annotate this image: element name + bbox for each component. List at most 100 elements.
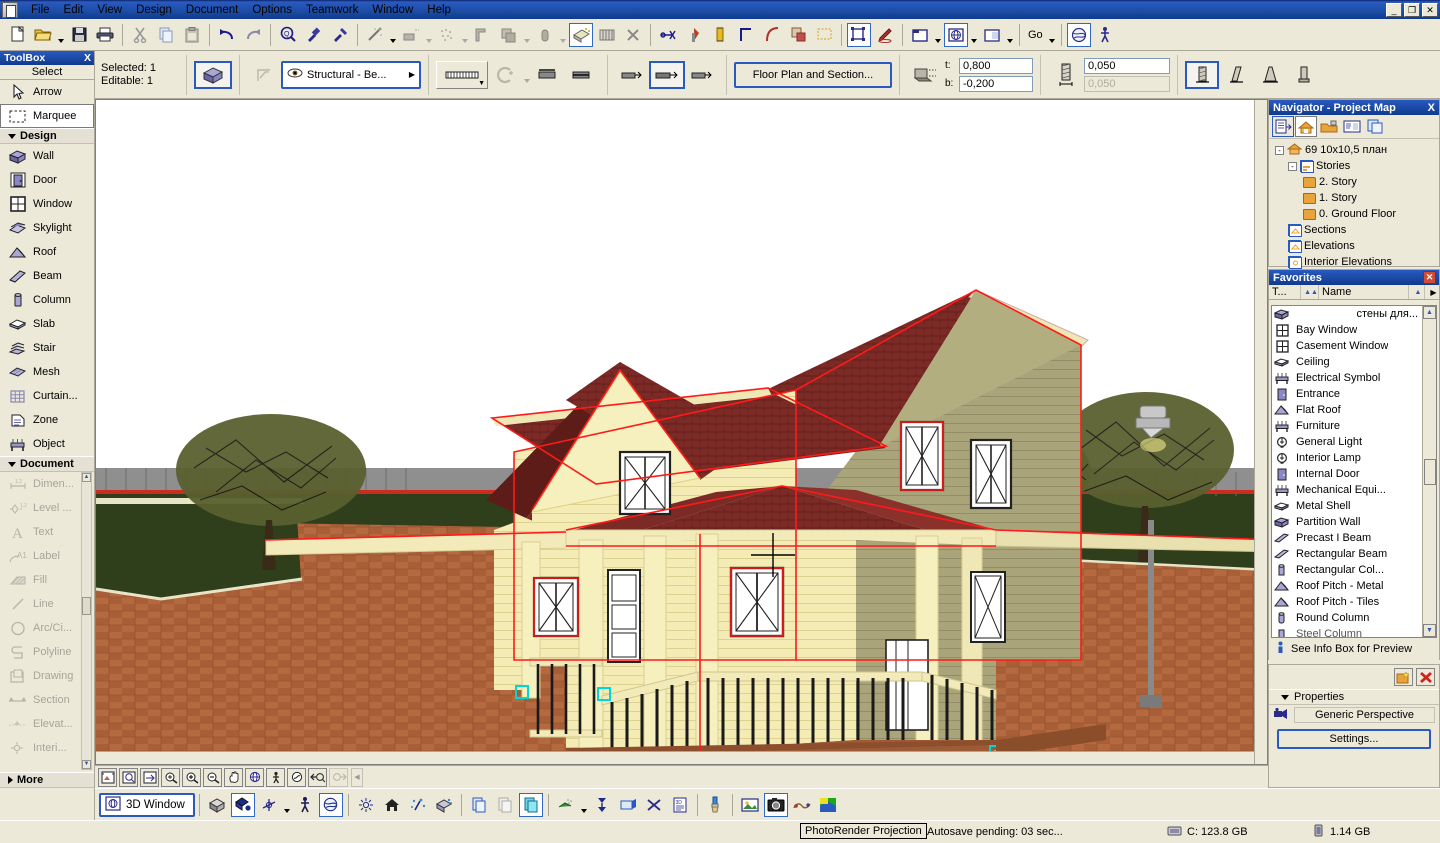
close-button[interactable]: ✕: [1422, 2, 1438, 17]
tool-label[interactable]: A1 Label: [0, 544, 94, 568]
tree-item-stories[interactable]: - Stories: [1273, 158, 1439, 174]
navigator-dropdown-arrow[interactable]: [1005, 23, 1015, 47]
3d-cutaway-icon[interactable]: [642, 793, 666, 817]
wall-thickness-icon[interactable]: [1048, 61, 1084, 89]
tool-polyline[interactable]: Polyline: [0, 640, 94, 664]
bottom-height-input[interactable]: [959, 75, 1033, 92]
connect-icon[interactable]: [621, 23, 645, 47]
tree-item-elevations[interactable]: Elevations: [1273, 238, 1439, 254]
paste-icon[interactable]: [180, 23, 204, 47]
orbit-globe-icon[interactable]: [318, 792, 343, 817]
sun-settings-icon[interactable]: [354, 793, 378, 817]
floor-plan-and-section-button[interactable]: Floor Plan and Section...: [734, 61, 892, 88]
camera-capture-icon[interactable]: [763, 792, 788, 817]
cut-3d-icon[interactable]: [616, 793, 640, 817]
scroll-up-arrow[interactable]: ▲: [82, 473, 91, 482]
tool-column[interactable]: Column: [0, 288, 94, 312]
tool-level-dimension[interactable]: 1,2 Level ...: [0, 496, 94, 520]
3d-viewport[interactable]: [95, 99, 1268, 765]
drag-copy-icon[interactable]: [435, 23, 459, 47]
tool-stair[interactable]: Stair: [0, 336, 94, 360]
paste-view-icon[interactable]: [518, 792, 543, 817]
tool-window[interactable]: Window: [0, 192, 94, 216]
wall-double-slanted-icon[interactable]: [1253, 61, 1287, 89]
walk-icon[interactable]: [266, 767, 285, 787]
toolbox-group-design[interactable]: Design: [0, 128, 94, 144]
scroll-thumb[interactable]: [1423, 458, 1436, 485]
group-icon[interactable]: [786, 23, 810, 47]
composite-wall-icon[interactable]: ▼: [436, 60, 488, 89]
zoom-in-icon[interactable]: [182, 767, 201, 787]
solid-element-operations-icon[interactable]: [569, 22, 593, 47]
list-item[interactable]: Ceiling: [1272, 354, 1436, 370]
curve-icon[interactable]: [760, 23, 784, 47]
favorites-scrollbar[interactable]: ▲ ▼: [1422, 306, 1436, 637]
curved-wall-icon[interactable]: [488, 61, 522, 89]
tree-item-project[interactable]: - 69 10x10,5 план: [1273, 142, 1439, 158]
favorites-star-icon[interactable]: [247, 61, 281, 89]
open-dropdown-arrow[interactable]: [56, 23, 66, 47]
trim-icon[interactable]: [399, 23, 423, 47]
menu-view[interactable]: View: [90, 2, 129, 18]
corner-icon[interactable]: [734, 23, 758, 47]
scroll-down-arrow[interactable]: ▼: [82, 760, 91, 769]
render-settings-icon[interactable]: [432, 793, 456, 817]
syringe-icon[interactable]: [328, 23, 352, 47]
home-icon[interactable]: [380, 793, 404, 817]
list-item[interactable]: Entrance: [1272, 386, 1436, 402]
tool-line[interactable]: Line: [0, 592, 94, 616]
tool-arrow[interactable]: Arrow: [0, 80, 94, 104]
scroll-up-arrow[interactable]: ▲: [1423, 306, 1436, 319]
expander-icon[interactable]: -: [1288, 161, 1297, 171]
properties-header[interactable]: Properties: [1269, 689, 1439, 705]
navigator-close-icon[interactable]: X: [1428, 102, 1435, 114]
favorites-sort-name-icon[interactable]: ▲: [1409, 285, 1425, 299]
menu-document[interactable]: Document: [179, 2, 245, 18]
navigator-icon[interactable]: [980, 23, 1004, 47]
toolbox-close-icon[interactable]: X: [84, 52, 91, 64]
find-select-icon[interactable]: Q: [276, 23, 300, 47]
view-map-icon[interactable]: [1318, 116, 1340, 137]
list-item[interactable]: Partition Wall: [1272, 514, 1436, 530]
globe-3d-icon[interactable]: [944, 22, 968, 47]
wall-flip-a-icon[interactable]: [615, 61, 649, 89]
axis-dropdown-arrow[interactable]: [282, 793, 292, 817]
wall-tool-icon[interactable]: [194, 60, 232, 89]
cut-scissors-icon[interactable]: [128, 23, 152, 47]
magic-wand-icon[interactable]: [363, 23, 387, 47]
new-view-icon[interactable]: [1394, 668, 1413, 686]
list-item[interactable]: Roof Pitch - Tiles: [1272, 594, 1436, 610]
menu-file[interactable]: File: [24, 2, 57, 18]
save-disk-icon[interactable]: [67, 23, 91, 47]
settings-button[interactable]: Settings...: [1277, 729, 1431, 749]
wall-slanted-icon[interactable]: [1219, 61, 1253, 89]
zoom-window-icon[interactable]: [119, 767, 138, 787]
list-item[interactable]: Flat Roof: [1272, 402, 1436, 418]
wall-height-icon[interactable]: [907, 61, 945, 89]
tool-dimension[interactable]: 1,2 Dimen...: [0, 472, 94, 496]
tool-interior-elevation[interactable]: Interi...: [0, 736, 94, 760]
navigator-panel-icon[interactable]: [1272, 116, 1294, 137]
split-icon[interactable]: [656, 23, 680, 47]
favorites-col-name[interactable]: Name: [1319, 285, 1409, 299]
tool-elevation[interactable]: Elevat...: [0, 712, 94, 736]
viewport-horizontal-scrollbar[interactable]: [96, 751, 1254, 764]
favorites-col-type[interactable]: T...: [1269, 285, 1301, 299]
menu-edit[interactable]: Edit: [57, 2, 91, 18]
tree-item-interior-elevations[interactable]: Interior Elevations: [1273, 254, 1439, 270]
list-item[interactable]: Internal Door: [1272, 466, 1436, 482]
explore-icon[interactable]: [287, 767, 306, 787]
chevron-right-icon[interactable]: ▶: [409, 70, 415, 79]
tool-drawing[interactable]: Drawing: [0, 664, 94, 688]
go-dropdown-arrow[interactable]: [1047, 23, 1057, 47]
wall-complex-icon[interactable]: [1287, 61, 1321, 89]
copy-view2-icon[interactable]: [493, 793, 517, 817]
wall-ref-left-icon[interactable]: [532, 61, 566, 89]
zoom-step-icon[interactable]: [161, 767, 180, 787]
animation-icon[interactable]: [790, 793, 814, 817]
undo-icon[interactable]: [215, 23, 239, 47]
print-icon[interactable]: [93, 23, 117, 47]
filter-dropdown-arrow[interactable]: [579, 793, 589, 817]
marquee-dashed-icon[interactable]: [812, 23, 836, 47]
tool-curtain-wall[interactable]: Curtain...: [0, 384, 94, 408]
